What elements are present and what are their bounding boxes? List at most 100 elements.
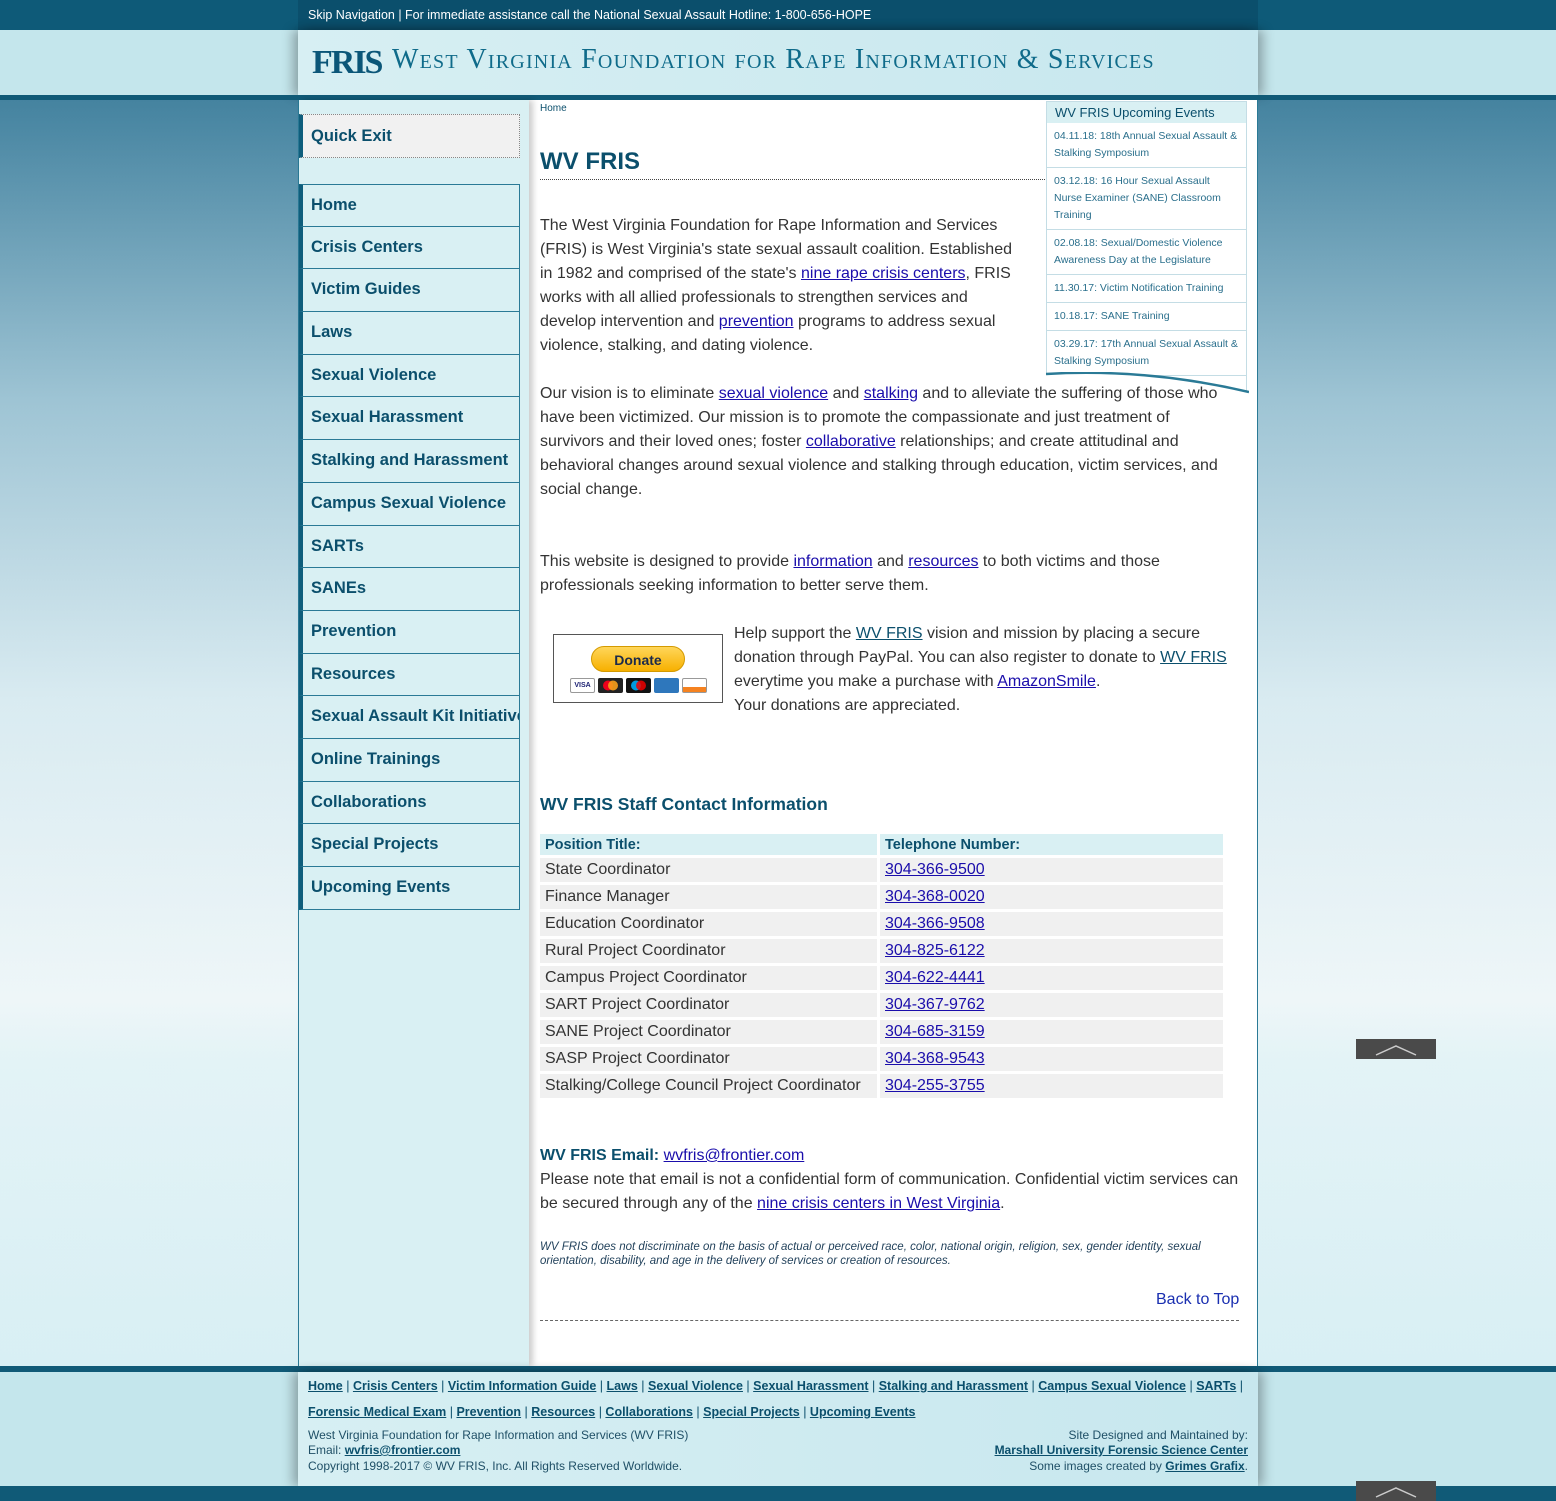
position-title: SART Project Coordinator	[540, 993, 880, 1017]
event-item[interactable]: 02.08.18: Sexual/Domestic Violence Aware…	[1047, 230, 1246, 275]
sidebar-item-special-projects[interactable]: Special Projects	[299, 824, 520, 867]
position-title: Finance Manager	[540, 885, 880, 909]
footer-link[interactable]: Special Projects	[703, 1405, 800, 1419]
column-header: Telephone Number:	[880, 834, 1223, 855]
footer: Home | Crisis Centers | Victim Informati…	[0, 1372, 1556, 1486]
sidebar-item-sarts[interactable]: SARTs	[299, 525, 520, 569]
sidebar-item-campus[interactable]: Campus Sexual Violence	[299, 482, 520, 526]
content-divider	[540, 1320, 1239, 1321]
sidebar-item-upcoming-events[interactable]: Upcoming Events	[299, 867, 520, 910]
phone-link[interactable]: 304-622-4441	[885, 969, 985, 986]
sidebar-item-stalking[interactable]: Stalking and Harassment	[299, 440, 520, 483]
footer-links-row1: Home | Crisis Centers | Victim Informati…	[308, 1379, 1244, 1393]
sidebar-item-prevention[interactable]: Prevention	[299, 610, 520, 654]
phone-link[interactable]: 304-685-3159	[885, 1023, 985, 1040]
crisis-centers-link[interactable]: nine rape crisis centers	[801, 265, 966, 282]
table-row: Stalking/College Council Project Coordin…	[540, 1074, 1223, 1098]
sidebar-item-collaborations[interactable]: Collaborations	[299, 781, 520, 825]
quick-exit-button[interactable]: Quick Exit	[299, 114, 520, 158]
footer-link[interactable]: Campus Sexual Violence	[1038, 1379, 1186, 1393]
footer-link[interactable]: Stalking and Harassment	[879, 1379, 1028, 1393]
footer-images-credit: Some images created by Grimes Grafix.	[1029, 1459, 1248, 1473]
footer-link[interactable]: Crisis Centers	[353, 1379, 438, 1393]
sidebar-item-laws[interactable]: Laws	[299, 312, 520, 355]
table-header-row: Position Title: Telephone Number:	[540, 834, 1223, 855]
wv-fris-link[interactable]: WV FRIS	[1160, 649, 1227, 666]
table-row: SART Project Coordinator 304-367-9762	[540, 993, 1223, 1017]
donation-thanks: Your donations are appreciated.	[734, 697, 961, 714]
footer-link[interactable]: Sexual Harassment	[753, 1379, 868, 1393]
footer-link[interactable]: Upcoming Events	[810, 1405, 916, 1419]
back-to-top-link[interactable]: Back to Top	[1156, 1291, 1239, 1309]
amex-card-icon	[654, 678, 679, 693]
sidebar-item-crisis-centers[interactable]: Crisis Centers	[299, 226, 520, 270]
mastercard-icon	[598, 678, 623, 693]
sidebar-nav: Home Crisis Centers Victim Guides Laws S…	[299, 184, 520, 910]
footer-email: Email: wvfris@frontier.com	[308, 1443, 461, 1457]
designer-link[interactable]: Marshall University Forensic Science Cen…	[995, 1443, 1248, 1457]
footer-link[interactable]: SARTs	[1196, 1379, 1236, 1393]
phone-link[interactable]: 304-255-3755	[885, 1077, 985, 1094]
sidebar-item-home[interactable]: Home	[299, 184, 520, 227]
footer-link[interactable]: Forensic Medical Exam	[308, 1405, 446, 1419]
email-block: WV FRIS Email: wvfris@frontier.com Pleas…	[540, 1147, 1239, 1212]
sidebar: Quick Exit Home Crisis Centers Victim Gu…	[299, 100, 529, 1366]
event-item[interactable]: 03.12.18: 16 Hour Sexual Assault Nurse E…	[1047, 168, 1246, 230]
phone-link[interactable]: 304-367-9762	[885, 996, 985, 1013]
footer-designer: Marshall University Forensic Science Cen…	[995, 1443, 1248, 1457]
footer-email-link[interactable]: wvfris@frontier.com	[345, 1443, 461, 1457]
staff-contact-table: Position Title: Telephone Number: State …	[540, 831, 1223, 1101]
phone-link[interactable]: 304-825-6122	[885, 942, 985, 959]
sidebar-item-online-trainings[interactable]: Online Trainings	[299, 738, 520, 782]
position-title: State Coordinator	[540, 858, 880, 882]
footer-link[interactable]: Victim Information Guide	[448, 1379, 596, 1393]
sidebar-item-sexual-violence[interactable]: Sexual Violence	[299, 354, 520, 398]
collaborative-link[interactable]: collaborative	[806, 433, 896, 450]
event-item[interactable]: 11.30.17: Victim Notification Training	[1047, 275, 1246, 303]
footer-link[interactable]: Sexual Violence	[648, 1379, 743, 1393]
staff-heading: WV FRIS Staff Contact Information	[540, 794, 828, 814]
amazonsmile-link[interactable]: AmazonSmile	[997, 673, 1096, 690]
donate-text: Help support the WV FRIS vision and miss…	[734, 625, 1227, 714]
information-link[interactable]: information	[793, 553, 872, 570]
sidebar-item-victim-guides[interactable]: Victim Guides	[299, 269, 520, 313]
page-wrapper: Quick Exit Home Crisis Centers Victim Gu…	[298, 100, 1258, 1366]
position-title: Campus Project Coordinator	[540, 966, 880, 990]
phone-link[interactable]: 304-368-9543	[885, 1050, 985, 1067]
footer-link[interactable]: Collaborations	[605, 1405, 693, 1419]
skip-nav-bar[interactable]: Skip Navigation | For immediate assistan…	[298, 0, 1258, 30]
donate-button[interactable]: Donate	[591, 646, 685, 672]
sidebar-item-saki[interactable]: Sexual Assault Kit Initiative	[299, 696, 520, 739]
phone-link[interactable]: 304-366-9500	[885, 861, 985, 878]
sidebar-item-sanes[interactable]: SANEs	[299, 568, 520, 611]
footer-link[interactable]: Home	[308, 1379, 343, 1393]
event-item[interactable]: 03.29.17: 17th Annual Sexual Assault & S…	[1047, 331, 1246, 376]
column-header: Position Title:	[540, 834, 880, 855]
crisis-centers-wv-link[interactable]: nine crisis centers in West Virginia	[757, 1195, 1000, 1212]
phone-link[interactable]: 304-366-9508	[885, 915, 985, 932]
email-link[interactable]: wvfris@frontier.com	[664, 1147, 805, 1164]
scroll-up-tab[interactable]	[1356, 1481, 1436, 1501]
wv-fris-link[interactable]: WV FRIS	[856, 625, 923, 642]
visa-card-icon: VISA	[570, 678, 595, 693]
footer-link[interactable]: Prevention	[456, 1405, 521, 1419]
discover-card-icon	[682, 678, 707, 693]
prevention-link[interactable]: prevention	[719, 313, 794, 330]
breadcrumb[interactable]: Home	[540, 103, 567, 114]
event-item[interactable]: 04.11.18: 18th Annual Sexual Assault & S…	[1047, 123, 1246, 168]
fris-logo[interactable]: FRIS	[312, 34, 383, 92]
table-row: SASP Project Coordinator 304-368-9543	[540, 1047, 1223, 1071]
phone-link[interactable]: 304-368-0020	[885, 888, 985, 905]
footer-link[interactable]: Laws	[607, 1379, 638, 1393]
paypal-donate-box[interactable]: Donate VISA	[553, 634, 723, 703]
stalking-link[interactable]: stalking	[864, 385, 918, 402]
sexual-violence-link[interactable]: sexual violence	[719, 385, 828, 402]
scroll-up-tab[interactable]	[1356, 1039, 1436, 1059]
footer-link[interactable]: Resources	[531, 1405, 595, 1419]
resources-link[interactable]: resources	[908, 553, 978, 570]
event-item[interactable]: 10.18.17: SANE Training	[1047, 303, 1246, 331]
sidebar-item-resources[interactable]: Resources	[299, 653, 520, 697]
grimes-grafix-link[interactable]: Grimes Grafix	[1165, 1459, 1244, 1473]
sidebar-item-sexual-harassment[interactable]: Sexual Harassment	[299, 397, 520, 441]
header: FRIS West Virginia Foundation for Rape I…	[0, 30, 1556, 96]
